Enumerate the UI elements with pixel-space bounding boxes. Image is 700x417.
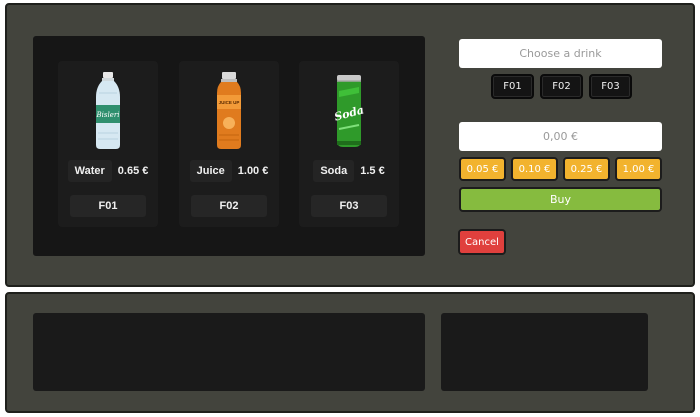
juice-bottle-icon: JUICE UP	[217, 72, 241, 149]
buy-button[interactable]: Buy	[459, 187, 662, 212]
product-card-juice[interactable]: JUICE UP Juice 1.00 € F02	[179, 61, 279, 227]
change-tray[interactable]	[441, 313, 648, 391]
product-code: F01	[70, 195, 146, 217]
product-price: 1.00 €	[237, 165, 269, 177]
select-f03-button[interactable]: F03	[589, 74, 632, 99]
output-panel	[5, 292, 695, 413]
soda-can-icon: Soda	[333, 75, 365, 147]
product-name: Soda	[313, 160, 355, 182]
product-code: F02	[191, 195, 267, 217]
drink-selection-field[interactable]: Choose a drink	[459, 39, 662, 68]
product-name: Juice	[189, 160, 232, 182]
juice-brand-logo: JUICE UP	[219, 100, 240, 105]
product-name: Water	[67, 160, 112, 182]
water-bottle-icon: Bisleri	[96, 72, 120, 149]
dispense-tray[interactable]	[33, 313, 425, 391]
vending-machine-panel: Bisleri Water 0.65 € F01 JUICE UP Juice …	[5, 3, 695, 287]
coin-100-button[interactable]: 1.00 €	[615, 157, 662, 181]
bottle-brand-logo: Bisleri	[96, 111, 120, 119]
product-price: 1.5 €	[360, 165, 385, 177]
product-card-water[interactable]: Bisleri Water 0.65 € F01	[58, 61, 158, 227]
product-display: Bisleri Water 0.65 € F01 JUICE UP Juice …	[33, 36, 425, 256]
select-f02-button[interactable]: F02	[540, 74, 583, 99]
product-card-soda[interactable]: Soda Soda 1.5 € F03	[299, 61, 399, 227]
coin-025-button[interactable]: 0.25 €	[563, 157, 610, 181]
product-code: F03	[311, 195, 387, 217]
coin-005-button[interactable]: 0.05 €	[459, 157, 506, 181]
coin-010-button[interactable]: 0.10 €	[511, 157, 558, 181]
select-f01-button[interactable]: F01	[491, 74, 534, 99]
amount-display: 0,00 €	[459, 122, 662, 151]
cancel-button[interactable]: Cancel	[458, 229, 506, 255]
product-price: 0.65 €	[117, 165, 149, 177]
